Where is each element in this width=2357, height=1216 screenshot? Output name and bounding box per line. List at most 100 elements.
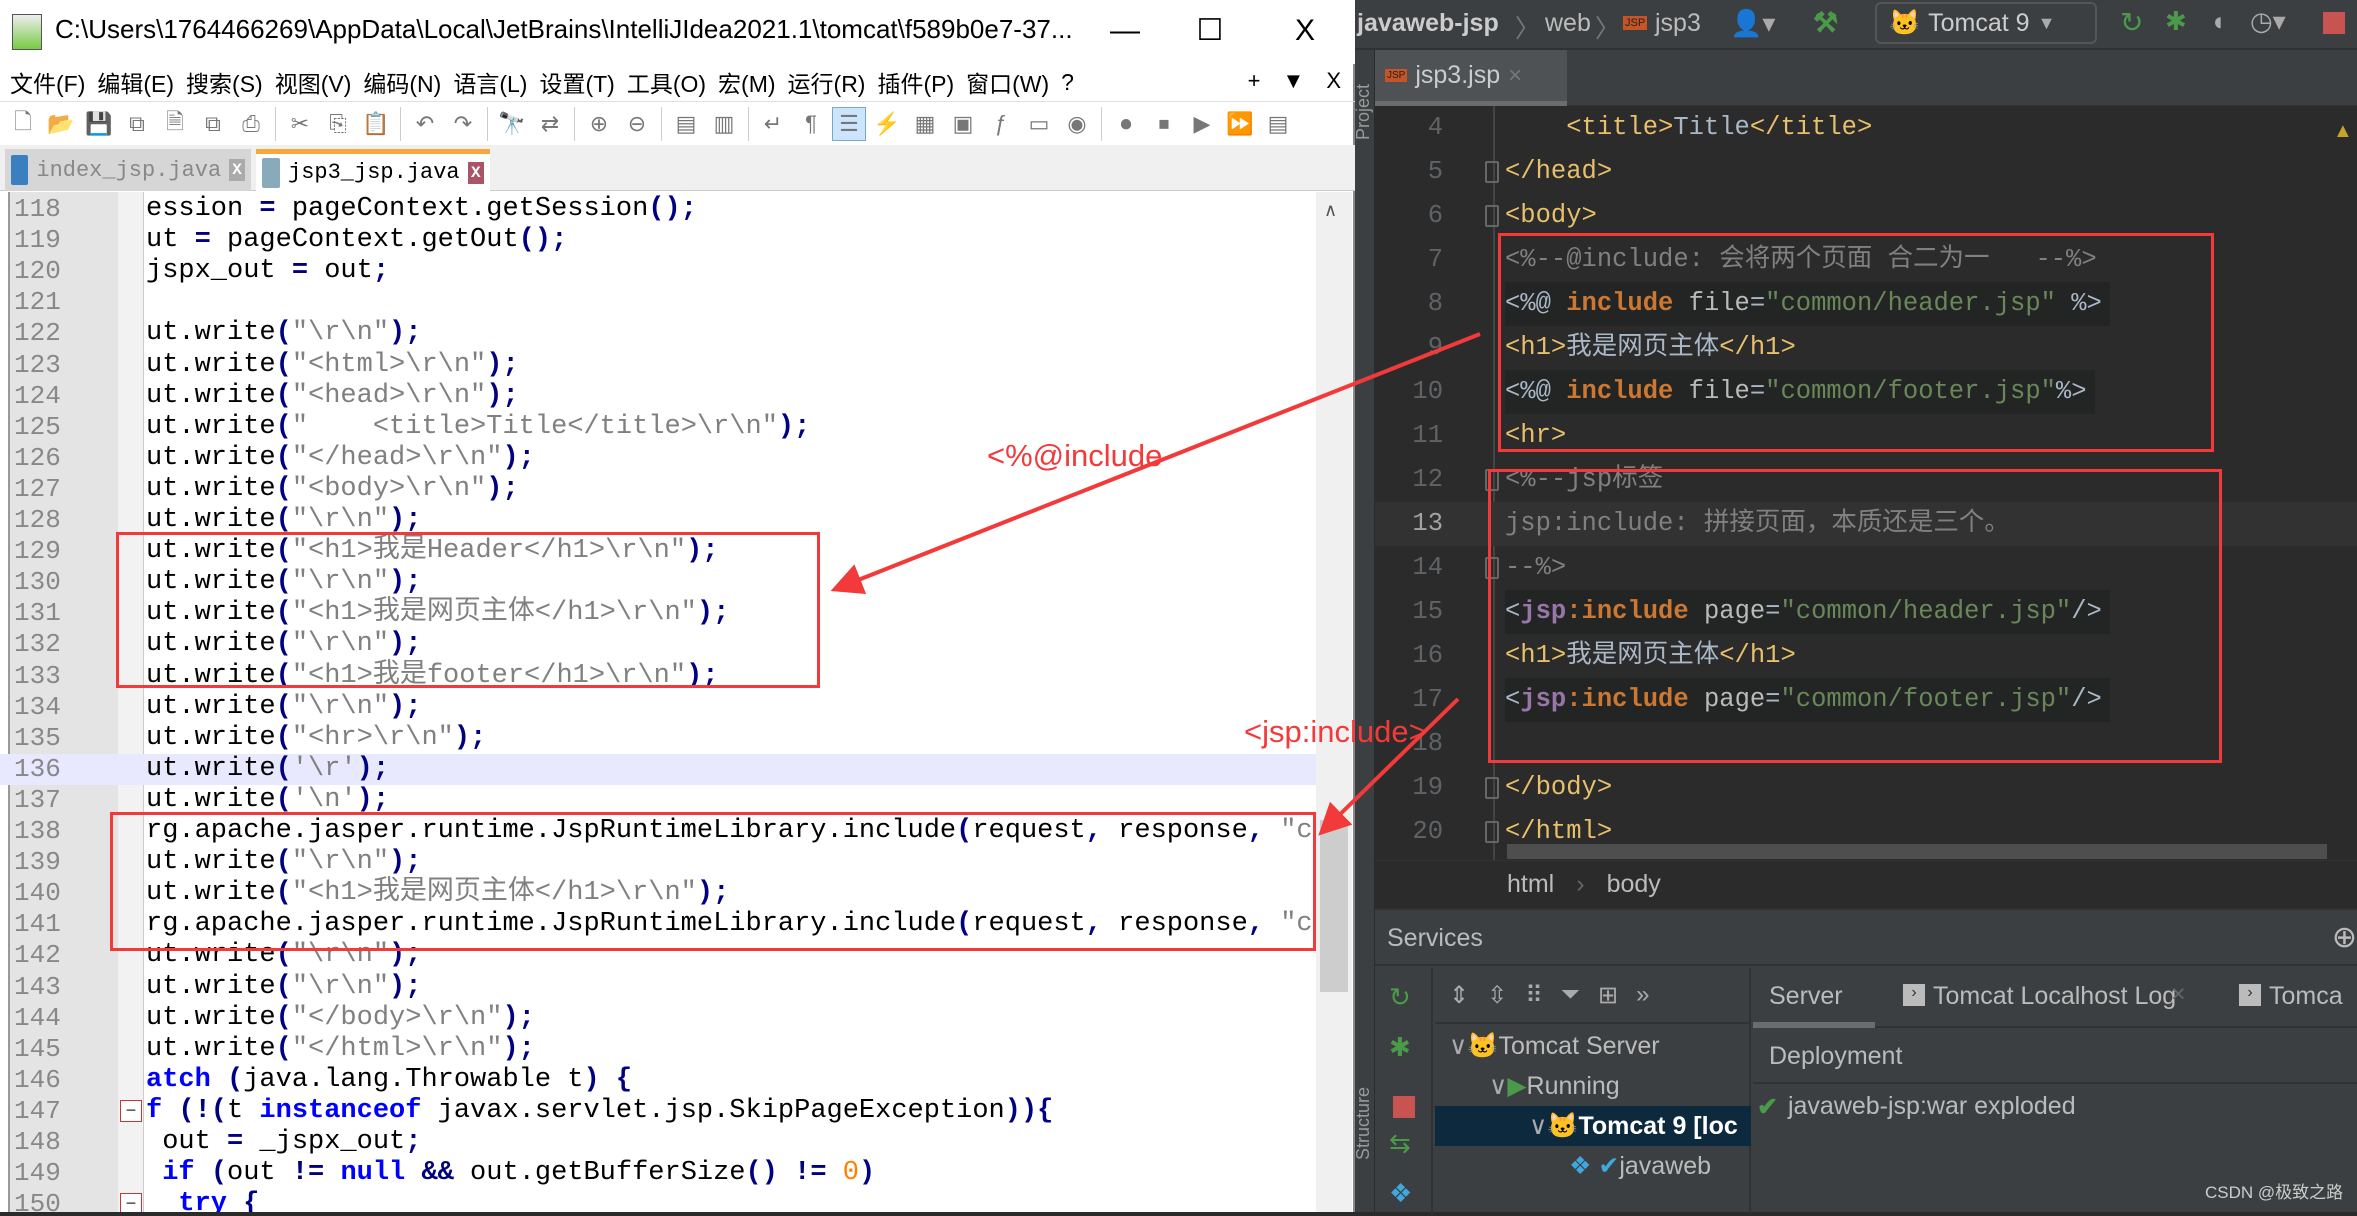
menu-item[interactable]: 语言(L) <box>453 65 527 99</box>
save-all-icon[interactable]: ⧉ <box>120 107 154 141</box>
tree-item[interactable]: ∨ 🐱 Tomcat Server <box>1435 1026 1751 1066</box>
list-docs-menu-button[interactable]: ▼ <box>1283 68 1305 94</box>
tab-tomcat-localhost-log[interactable]: Tomcat Localhost Log <box>1933 982 2176 1011</box>
menu-item[interactable]: ? <box>1061 69 1074 96</box>
menu-item[interactable]: 设置(T) <box>539 65 614 99</box>
play-macro-icon[interactable]: ▶ <box>1185 107 1219 141</box>
fold-marker-icon[interactable] <box>1485 205 1499 227</box>
fold-marker-icon[interactable] <box>1485 161 1499 183</box>
rerun-icon[interactable]: ↻ <box>2120 6 2143 39</box>
new-file-icon[interactable]: 🗋 <box>6 107 40 141</box>
tab-close-icon[interactable]: X <box>467 161 484 184</box>
structure-tool-button[interactable]: Structure <box>1353 1087 1374 1160</box>
record-macro-icon[interactable]: ⏺ <box>1109 107 1143 141</box>
vertical-scrollbar[interactable]: ∧ <box>1316 192 1352 1212</box>
menu-item[interactable]: 宏(M) <box>718 65 775 99</box>
indent-guide-icon[interactable]: ☰ <box>832 106 866 141</box>
deployment-item[interactable]: ✔ javaweb-jsp:war exploded <box>1757 1092 2076 1122</box>
open-file-icon[interactable]: 📂 <box>44 107 78 141</box>
tab-jsp3-jsp-java[interactable]: jsp3_jsp.java X <box>256 149 490 191</box>
menu-item[interactable]: 视图(V) <box>275 65 352 99</box>
close-icon[interactable]: 🗎 <box>158 107 192 141</box>
fold-marker-icon[interactable] <box>1485 777 1499 799</box>
sync-vertical-icon[interactable]: ▤ <box>669 107 703 141</box>
maximize-button[interactable]: ☐ <box>1180 8 1240 54</box>
warning-icon[interactable]: ▲ <box>2333 120 2353 143</box>
print-icon[interactable]: ⎙ <box>234 107 268 141</box>
close-button[interactable]: X <box>1275 8 1335 54</box>
group-by-icon[interactable]: ⠿ <box>1525 981 1543 1010</box>
play-multiple-icon[interactable]: ⏩ <box>1223 107 1257 141</box>
chevron-down-icon[interactable]: ∨ <box>1449 1031 1467 1061</box>
coverage-icon[interactable]: ◖ <box>2210 6 2226 37</box>
stop-icon[interactable] <box>1393 1096 1415 1118</box>
breadcrumb-html[interactable]: html <box>1507 870 1554 899</box>
artifact-icon[interactable]: ❖ <box>1389 1178 1412 1209</box>
close-doc-menu-button[interactable]: X <box>1326 68 1341 94</box>
show-all-chars-icon[interactable]: ¶ <box>794 107 828 141</box>
user-language-icon[interactable]: ⚡ <box>870 107 904 141</box>
sync-horizontal-icon[interactable]: ▥ <box>707 107 741 141</box>
save-macro-icon[interactable]: ▤ <box>1261 107 1295 141</box>
paste-icon[interactable]: 📋 <box>359 107 393 141</box>
close-all-icon[interactable]: ⧉ <box>196 107 230 141</box>
menu-item[interactable]: 搜索(S) <box>186 65 263 99</box>
scroll-up-arrow-icon[interactable]: ∧ <box>1324 200 1337 221</box>
cut-icon[interactable]: ✂ <box>283 107 317 141</box>
copy-icon[interactable]: ⎘ <box>321 107 355 141</box>
nav-project[interactable]: javaweb-jsp <box>1357 9 1499 38</box>
rerun-icon[interactable]: ↻ <box>1389 982 1411 1013</box>
tree-item[interactable]: ❖ ✔ javaweb <box>1435 1146 1751 1186</box>
menu-item[interactable]: 文件(F) <box>10 65 85 99</box>
menu-item[interactable]: 编码(N) <box>363 65 441 99</box>
more-icon[interactable]: » <box>1636 981 1649 1009</box>
find-icon[interactable]: 🔭 <box>495 107 529 141</box>
function-list-icon[interactable]: ▣ <box>946 107 980 141</box>
fold-marker-icon[interactable] <box>1485 821 1499 843</box>
user-icon[interactable]: 👤▾ <box>1730 8 1775 39</box>
filter-icon[interactable]: ⏷ <box>1561 981 1580 1009</box>
folder-workspace-icon[interactable]: ƒ <box>984 107 1018 141</box>
deploy-icon[interactable]: ⇆ <box>1389 1128 1411 1159</box>
run-config-dropdown[interactable]: 🐱 Tomcat 9 ▼ <box>1875 2 2097 44</box>
tab-jsp3-jsp[interactable]: JSP jsp3.jsp × <box>1375 50 1567 106</box>
menu-item[interactable]: 工具(O) <box>627 65 706 99</box>
redo-icon[interactable]: ↷ <box>446 107 480 141</box>
word-wrap-icon[interactable]: ↵ <box>756 107 790 141</box>
stop-record-icon[interactable]: ⏹ <box>1147 107 1181 141</box>
profile-icon[interactable]: ◷▾ <box>2250 6 2286 37</box>
fold-collapse-icon[interactable]: − <box>120 1193 142 1212</box>
minimize-button[interactable]: — <box>1095 8 1155 54</box>
menu-item[interactable]: 窗口(W) <box>966 65 1049 99</box>
horizontal-scrollbar[interactable] <box>1507 844 2327 859</box>
tab-close-icon[interactable]: × <box>1508 62 1522 90</box>
chevron-down-icon[interactable]: ∨ <box>1489 1071 1507 1101</box>
crosshair-icon[interactable]: ⊕ <box>2332 920 2357 955</box>
menu-item[interactable]: 编辑(E) <box>97 65 174 99</box>
project-tool-button[interactable]: Project <box>1353 84 1374 140</box>
monitor-icon[interactable]: ◉ <box>1060 107 1094 141</box>
tab-server[interactable]: Server <box>1753 968 1875 1028</box>
replace-icon[interactable]: ⇄ <box>533 107 567 141</box>
add-service-icon[interactable]: ⊞ <box>1598 981 1618 1010</box>
undo-icon[interactable]: ↶ <box>408 107 442 141</box>
zoom-in-icon[interactable]: ⊕ <box>582 107 616 141</box>
nav-file[interactable]: jsp3 <box>1655 9 1701 38</box>
zoom-out-icon[interactable]: ⊖ <box>620 107 654 141</box>
folder-icon[interactable]: ▭ <box>1022 107 1056 141</box>
tab-close-icon[interactable]: X <box>229 159 245 181</box>
chevron-down-icon[interactable]: ∨ <box>1529 1111 1547 1141</box>
stop-icon[interactable] <box>2323 12 2345 34</box>
nav-folder[interactable]: web <box>1545 9 1591 38</box>
debug-bug-icon[interactable]: ✱ <box>2165 6 2187 37</box>
code-editor[interactable]: 118 ession = pageContext.getSession(); 119… <box>0 192 1355 1212</box>
debug-icon[interactable]: ✱ <box>1389 1032 1411 1063</box>
build-hammer-icon[interactable]: ⚒ <box>1813 6 1838 39</box>
document-map-icon[interactable]: ▦ <box>908 107 942 141</box>
tree-item[interactable]: ∨ 🐱 Tomcat 9 [loc <box>1435 1106 1751 1146</box>
breadcrumb-body[interactable]: body <box>1607 870 1661 899</box>
scrollbar-thumb[interactable] <box>1320 820 1348 992</box>
tab-index-jsp-java[interactable]: index_jsp.java X <box>5 149 251 191</box>
collapse-all-icon[interactable]: ⇳ <box>1487 981 1507 1010</box>
menu-item[interactable]: 运行(R) <box>788 65 866 99</box>
